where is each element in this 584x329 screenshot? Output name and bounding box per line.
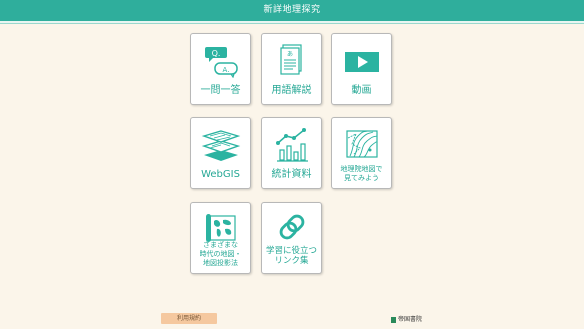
qa-bubbles-icon: Q. A. <box>191 41 250 81</box>
tile-webgis[interactable]: WebGIS <box>190 117 251 189</box>
app-header: 新詳地理探究 <box>0 0 584 23</box>
tile-link-shuu[interactable]: 学習に役立つ リンク集 <box>261 202 322 274</box>
tile-douga[interactable]: 動画 <box>331 33 392 105</box>
tile-label: 動画 <box>351 85 372 96</box>
svg-text:Q.: Q. <box>211 49 220 58</box>
tile-label: さまざまな 時代の地図・ 地図投影法 <box>199 241 242 267</box>
tile-label: 一問一答 <box>200 85 241 96</box>
video-play-icon <box>332 41 391 81</box>
topographic-map-icon <box>332 124 391 164</box>
tile-toukei-shiryou[interactable]: 統計資料 <box>261 117 322 189</box>
tile-label: 統計資料 <box>271 169 312 180</box>
publisher-credit[interactable]: 帝国書院 <box>391 316 422 324</box>
tile-label: WebGIS <box>201 169 240 180</box>
publisher-name: 帝国書院 <box>398 316 423 323</box>
link-icon <box>262 207 321 247</box>
map-layers-icon <box>191 125 250 165</box>
terms-of-use-button[interactable]: 利用規約 <box>161 313 217 324</box>
publisher-logo-icon <box>391 317 396 323</box>
svg-text:あ: あ <box>286 51 292 58</box>
tile-ichimon-itto[interactable]: Q. A. 一問一答 <box>190 33 251 105</box>
tile-label: 用語解説 <box>271 85 312 96</box>
tile-yougo-kaisetsu[interactable]: あ 用語解説 <box>261 33 322 105</box>
svg-text:A.: A. <box>222 66 229 74</box>
tile-label: 学習に役立つ リンク集 <box>265 246 317 266</box>
app-title: 新詳地理探究 <box>263 5 321 15</box>
tile-label: 地理院地図で 見てみよう <box>340 165 383 182</box>
document-icon: あ <box>262 41 321 81</box>
tile-chiriin-chizu[interactable]: 地理院地図で 見てみよう <box>331 117 392 189</box>
statistics-chart-icon <box>262 125 321 165</box>
tile-jidai-no-chizu[interactable]: さまざまな 時代の地図・ 地図投影法 <box>190 202 251 274</box>
